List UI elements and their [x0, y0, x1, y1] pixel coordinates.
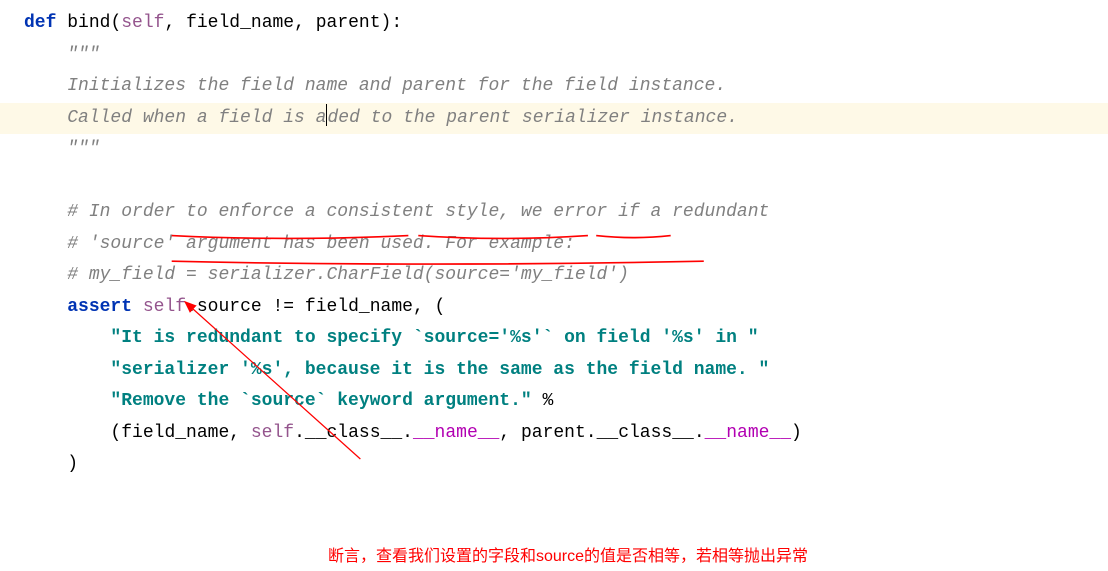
function-name: bind — [67, 13, 110, 33]
string-line-3: "Remove the `source` keyword argument." — [110, 391, 531, 411]
code-line-comment-3: # my_field = serializer.CharField(source… — [0, 260, 1108, 292]
comment-1: # In order to enforce a consistent style… — [67, 202, 769, 222]
tuple-self-1: self — [251, 423, 294, 443]
code-line-string-1: "It is redundant to specify `source='%s'… — [0, 323, 1108, 355]
triple-quote-open: """ — [67, 45, 99, 65]
docstring-line1: Initializes the field name and parent fo… — [67, 76, 726, 96]
code-line-comment-2: # 'source' argument has been used. For e… — [0, 229, 1108, 261]
percent-operator: % — [543, 391, 554, 411]
code-line-close-paren: ) — [0, 449, 1108, 481]
string-line-2: "serializer '%s', because it is the same… — [110, 360, 769, 380]
code-line-docstring-open: """ — [0, 40, 1108, 72]
code-editor-view: def bind(self, field_name, parent): """ … — [0, 8, 1108, 481]
keyword-assert: assert — [67, 297, 132, 317]
code-line-comment-1: # In order to enforce a consistent style… — [0, 197, 1108, 229]
tuple-name-2: __name__ — [705, 423, 791, 443]
comment-2: # 'source' argument has been used. For e… — [67, 234, 575, 254]
code-line-tuple: (field_name, self.__class__.__name__, pa… — [0, 418, 1108, 450]
code-line-string-3: "Remove the `source` keyword argument." … — [0, 386, 1108, 418]
tuple-field-name: field_name — [121, 423, 229, 443]
docstring-line2-after: ded to the parent serializer instance. — [327, 108, 737, 128]
tuple-parent: parent — [521, 423, 586, 443]
keyword-def: def — [24, 13, 56, 33]
comment-3: # my_field = serializer.CharField(source… — [67, 265, 629, 285]
tuple-class-1: __class__ — [305, 423, 402, 443]
code-line-def: def bind(self, field_name, parent): — [0, 8, 1108, 40]
annotation-text: 断言，查看我们设置的字段和source的值是否相等，若相等抛出异常 — [328, 543, 808, 571]
assert-self: self — [143, 297, 186, 317]
triple-quote-close: """ — [67, 139, 99, 159]
tuple-class-2: __class__ — [597, 423, 694, 443]
string-line-1: "It is redundant to specify `source='%s'… — [110, 328, 758, 348]
param-parent: parent — [316, 13, 381, 33]
text-cursor — [326, 104, 327, 126]
assert-ne: != — [273, 297, 295, 317]
code-line-docstring-2-highlighted[interactable]: Called when a field is aded to the paren… — [0, 103, 1108, 135]
tuple-name-1: __name__ — [413, 423, 499, 443]
code-line-assert: assert self.source != field_name, ( — [0, 292, 1108, 324]
param-self: self — [121, 13, 164, 33]
code-line-string-2: "serializer '%s', because it is the same… — [0, 355, 1108, 387]
code-line-blank — [0, 166, 1108, 198]
docstring-line2-before: Called when a field is a — [67, 108, 326, 128]
code-line-docstring-1: Initializes the field name and parent fo… — [0, 71, 1108, 103]
assert-field-name: field_name — [305, 297, 413, 317]
code-line-docstring-close: """ — [0, 134, 1108, 166]
param-field-name: field_name — [186, 13, 294, 33]
assert-source-attr: source — [197, 297, 262, 317]
